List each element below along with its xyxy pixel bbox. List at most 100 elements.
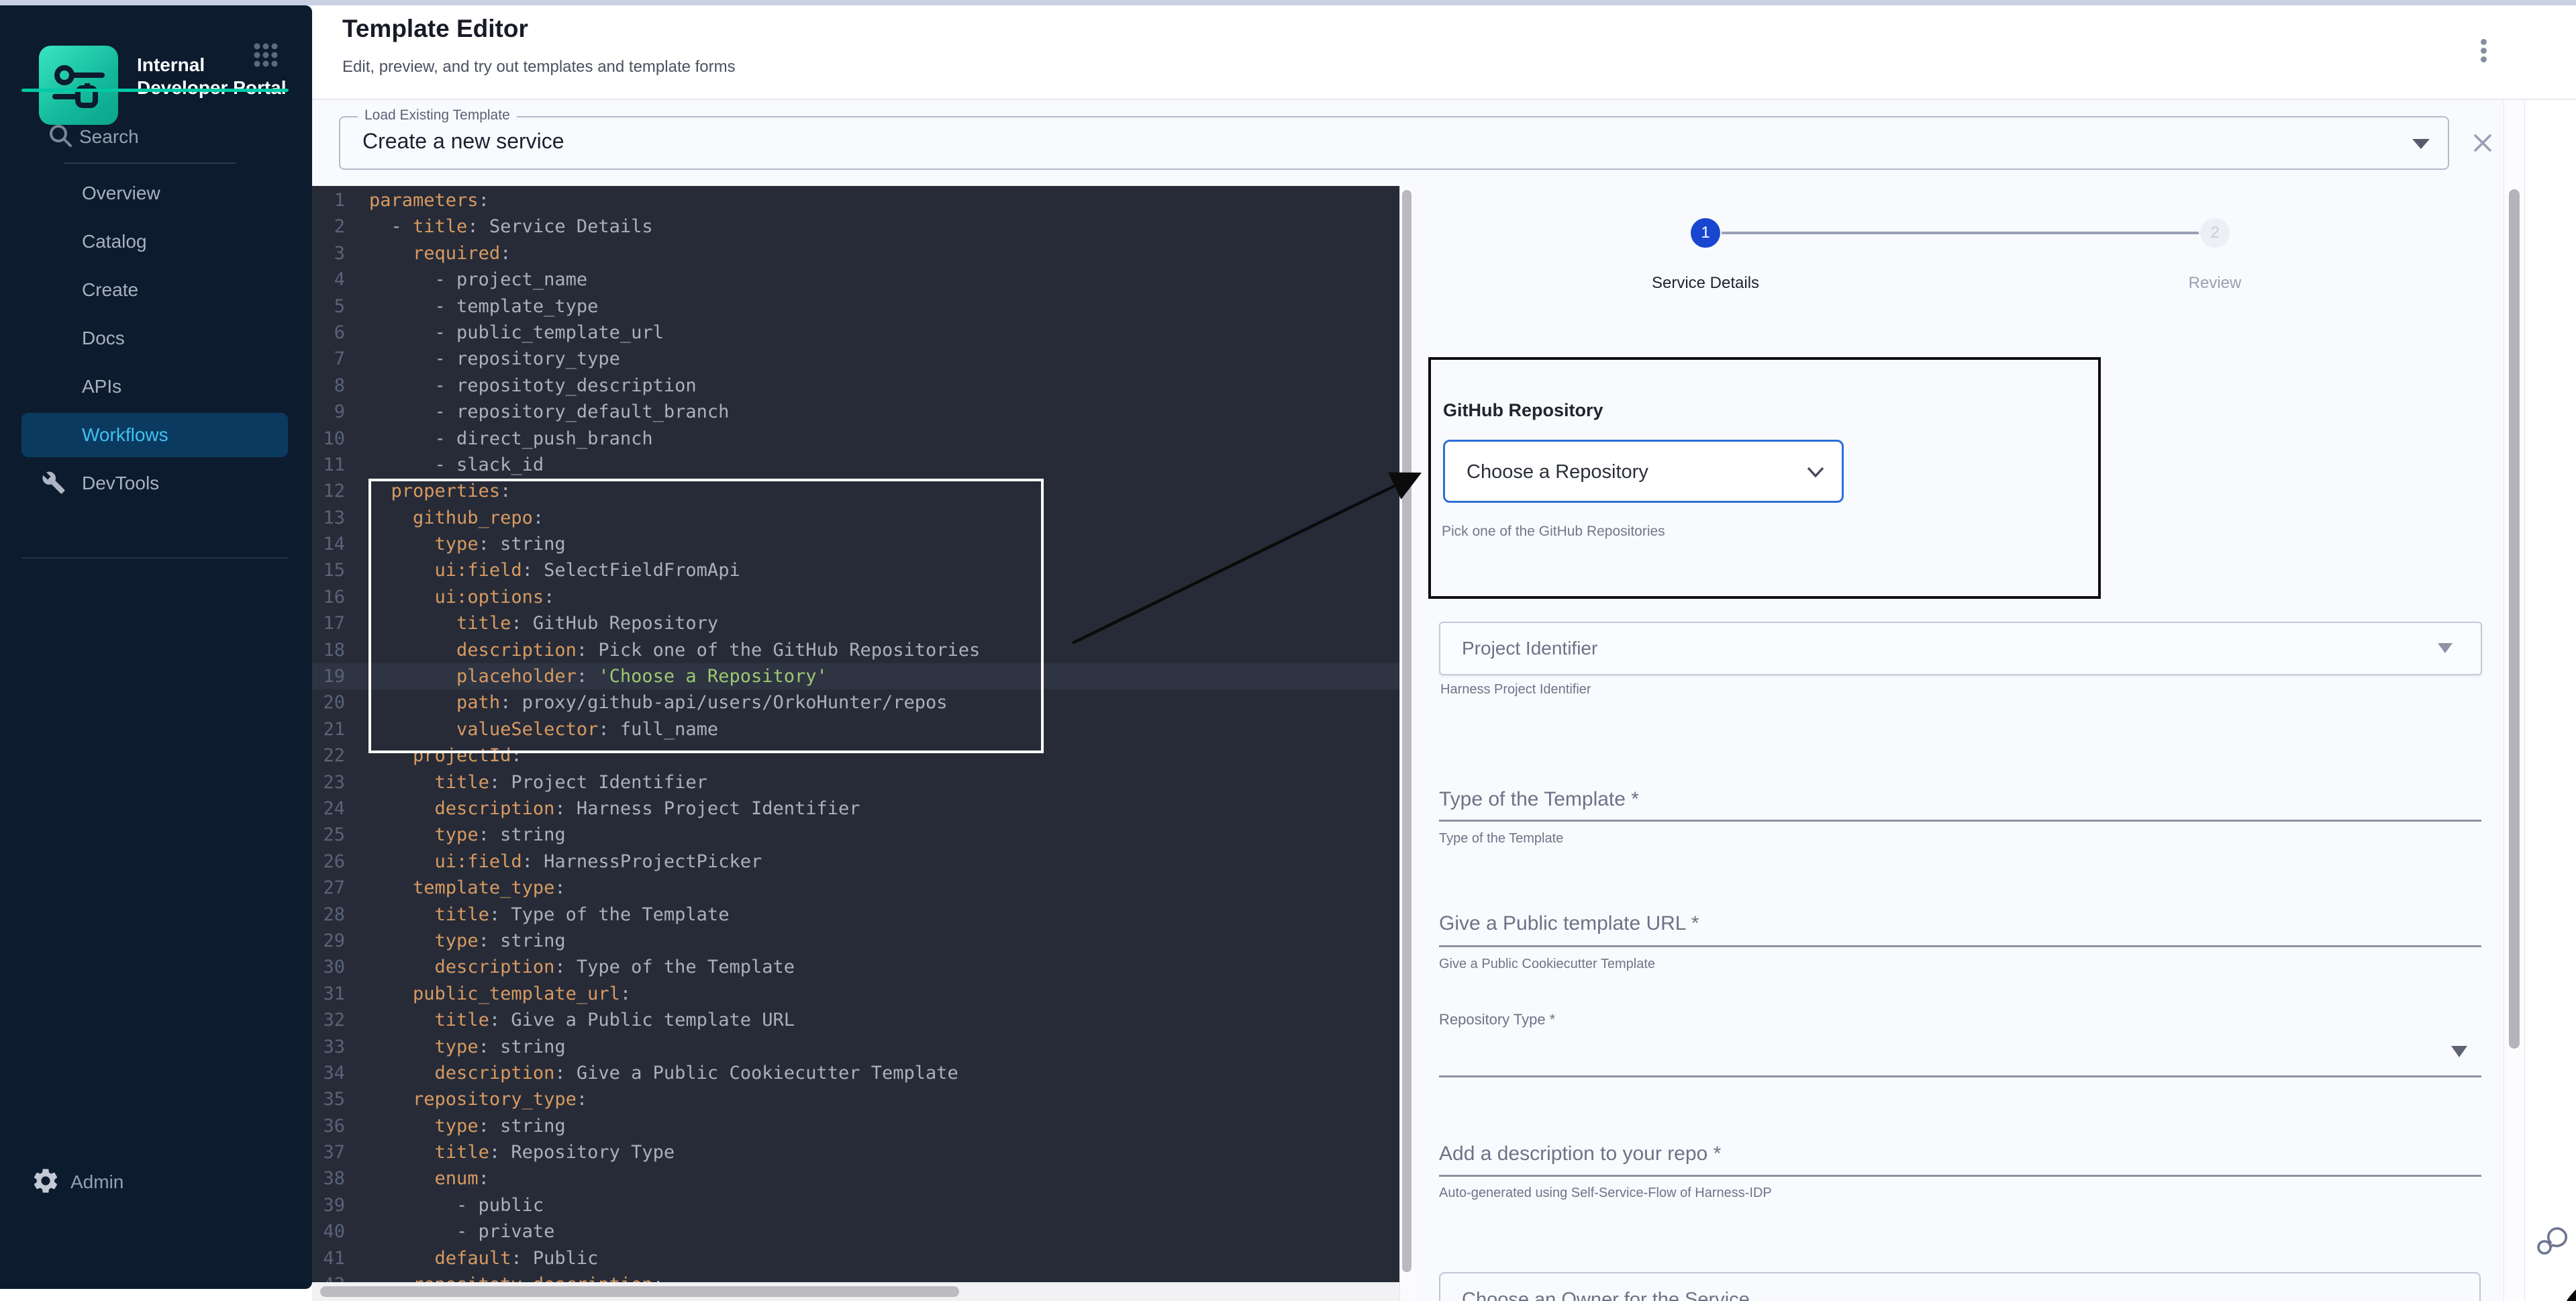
code-text: default: Public <box>369 1245 598 1271</box>
line-number: 2 <box>312 213 369 240</box>
code-line[interactable]: 28 title: Type of the Template <box>312 902 1399 928</box>
repo-description-field-label[interactable]: Add a description to your repo * <box>1439 1143 1721 1165</box>
line-number: 19 <box>312 663 369 689</box>
code-text: title: Repository Type <box>369 1139 675 1165</box>
code-line[interactable]: 37 title: Repository Type <box>312 1139 1399 1165</box>
line-number: 20 <box>312 689 369 716</box>
template-type-helper: Type of the Template <box>1439 831 1563 847</box>
step-1-indicator[interactable]: 1 <box>1691 218 1720 248</box>
code-line[interactable]: 4 - project_name <box>312 267 1399 293</box>
code-text: template_type: <box>369 875 566 901</box>
code-line[interactable]: 33 type: string <box>312 1034 1399 1060</box>
sidebar-user[interactable]: HM Himanshu Mishra <box>0 1244 312 1282</box>
code-text: title: Project Identifier <box>369 769 707 796</box>
sidebar-item-label: Create <box>82 279 138 301</box>
code-line[interactable]: 25 type: string <box>312 822 1399 848</box>
sidebar-item-help[interactable]: ? Help <box>0 1168 312 1208</box>
code-line[interactable]: 29 type: string <box>312 928 1399 954</box>
code-text: required: <box>369 240 511 267</box>
code-line[interactable]: 39 - public <box>312 1192 1399 1218</box>
template-type-field-label[interactable]: Type of the Template * <box>1439 788 1639 811</box>
code-text: - direct_push_branch <box>369 426 653 452</box>
sidebar-item-label: Overview <box>82 183 160 204</box>
select-caret-icon[interactable] <box>2451 1046 2467 1057</box>
code-line[interactable]: 35 repository_type: <box>312 1086 1399 1112</box>
line-number: 33 <box>312 1034 369 1060</box>
code-text: - title: Service Details <box>369 213 653 240</box>
sidebar-item-create[interactable]: Create <box>0 266 312 314</box>
sidebar-item-catalog[interactable]: Catalog <box>0 218 312 266</box>
repo-description-helper: Auto-generated using Self-Service-Flow o… <box>1439 1186 1772 1201</box>
sidebar-item-devtools[interactable]: DevTools <box>0 459 312 508</box>
search-input[interactable]: Search <box>40 121 275 156</box>
sidebar-item-overview[interactable]: Overview <box>0 169 312 218</box>
code-text: repository_type: <box>369 1086 587 1112</box>
code-line[interactable]: 7 - repository_type <box>312 346 1399 372</box>
kebab-menu-icon[interactable] <box>2475 36 2491 66</box>
code-line[interactable]: 41 default: Public <box>312 1245 1399 1271</box>
code-line[interactable]: 10 - direct_push_branch <box>312 426 1399 452</box>
sidebar-item-workflows[interactable]: Workflows <box>21 413 288 457</box>
sidebar-item-docs[interactable]: Docs <box>0 314 312 363</box>
sidebar-item-admin[interactable]: Admin <box>0 581 312 628</box>
code-line[interactable]: 34 description: Give a Public Cookiecutt… <box>312 1060 1399 1086</box>
code-line[interactable]: 38 enum: <box>312 1165 1399 1192</box>
window-top-strip <box>0 0 2576 5</box>
code-line[interactable]: 6 - public_template_url <box>312 320 1399 346</box>
code-line[interactable]: 3 required: <box>312 240 1399 267</box>
code-line[interactable]: 1parameters: <box>312 187 1399 213</box>
step-2-indicator[interactable]: 2 <box>2200 218 2230 248</box>
line-number: 34 <box>312 1060 369 1086</box>
page-header <box>312 5 2576 99</box>
line-number: 6 <box>312 320 369 346</box>
line-number: 22 <box>312 742 369 769</box>
page-vertical-scrollbar-thumb[interactable] <box>2509 189 2520 1049</box>
project-identifier-select[interactable]: Project Identifier <box>1439 622 2482 675</box>
clear-icon[interactable] <box>2470 130 2495 156</box>
corner-widget[interactable] <box>2559 1275 2576 1301</box>
code-line[interactable]: 24 description: Harness Project Identifi… <box>312 796 1399 822</box>
code-line[interactable]: 2 - title: Service Details <box>312 213 1399 240</box>
line-number: 21 <box>312 716 369 742</box>
template-editor-page: Internal Developer Portal Search Overvie… <box>0 0 2576 1301</box>
code-text: title: Give a Public template URL <box>369 1007 795 1033</box>
sidebar-item-apis[interactable]: APIs <box>0 363 312 411</box>
chat-bubbles-icon[interactable] <box>2536 1223 2571 1258</box>
editor-horizontal-scrollbar-thumb[interactable] <box>320 1286 959 1297</box>
code-text: type: string <box>369 1034 566 1060</box>
line-number: 29 <box>312 928 369 954</box>
code-line[interactable]: 36 type: string <box>312 1113 1399 1139</box>
code-line[interactable]: 23 title: Project Identifier <box>312 769 1399 796</box>
apps-grid-icon[interactable] <box>251 40 281 70</box>
search-icon <box>46 121 75 150</box>
wrench-icon <box>42 471 66 495</box>
step-1-label: Service Details <box>1598 274 1813 293</box>
service-owner-select[interactable]: Choose an Owner for the Service <box>1439 1272 2481 1301</box>
harness-idp-logo[interactable] <box>39 46 118 125</box>
sidebar: Internal Developer Portal Search Overvie… <box>0 5 312 1289</box>
repository-type-underline[interactable] <box>1439 1075 2481 1077</box>
editor-vertical-scrollbar-thumb[interactable] <box>1402 190 1411 1272</box>
code-line[interactable]: 5 - template_type <box>312 293 1399 320</box>
line-number: 10 <box>312 426 369 452</box>
line-number: 5 <box>312 293 369 320</box>
code-line[interactable]: 11 - slack_id <box>312 452 1399 478</box>
code-line[interactable]: 27 template_type: <box>312 875 1399 901</box>
code-line[interactable]: 31 public_template_url: <box>312 981 1399 1007</box>
load-template-select[interactable] <box>339 116 2449 170</box>
line-number: 31 <box>312 981 369 1007</box>
code-line[interactable]: 40 - private <box>312 1218 1399 1245</box>
repository-type-label: Repository Type * <box>1439 1011 1555 1028</box>
code-text: type: string <box>369 822 566 848</box>
line-number: 13 <box>312 505 369 531</box>
code-line[interactable]: 30 description: Type of the Template <box>312 954 1399 980</box>
code-line[interactable]: 8 - repositoty_description <box>312 373 1399 399</box>
code-line[interactable]: 26 ui:field: HarnessProjectPicker <box>312 849 1399 875</box>
code-line[interactable]: 9 - repository_default_branch <box>312 399 1399 425</box>
code-line[interactable]: 32 title: Give a Public template URL <box>312 1007 1399 1033</box>
template-type-underline <box>1439 820 2481 822</box>
dropdown-caret-icon[interactable] <box>2412 139 2430 149</box>
repo-description-underline <box>1439 1175 2481 1177</box>
project-identifier-placeholder: Project Identifier <box>1462 638 1597 659</box>
public-template-url-field-label[interactable]: Give a Public template URL * <box>1439 912 1699 935</box>
